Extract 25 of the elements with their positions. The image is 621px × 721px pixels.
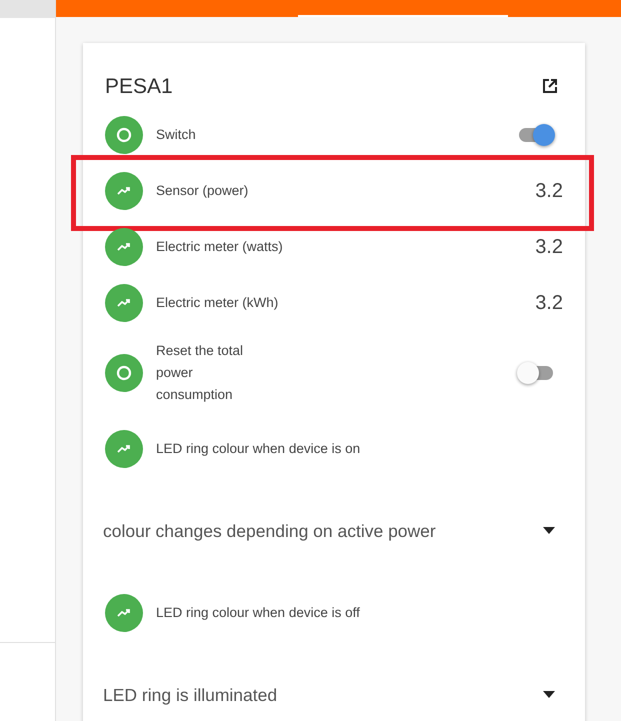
external-link-icon[interactable] xyxy=(541,77,559,95)
trend-icon xyxy=(105,430,143,468)
entity-label: Reset the total power consumption xyxy=(156,342,244,404)
trend-icon xyxy=(105,228,143,266)
entity-label: Switch xyxy=(156,126,196,144)
trend-icon xyxy=(105,594,143,632)
entity-label: Electric meter (watts) xyxy=(156,238,283,256)
trend-icon xyxy=(105,172,143,210)
sensor-value: 3.2 xyxy=(535,180,563,202)
caret-icon[interactable] xyxy=(543,691,555,699)
dropdown-value[interactable]: colour changes depending on active power xyxy=(103,520,436,542)
entity-label: Electric meter (kWh) xyxy=(156,294,278,312)
entity-label: Sensor (power) xyxy=(156,182,248,200)
trend-icon xyxy=(105,284,143,322)
entity-label: LED ring colour when device is off xyxy=(156,604,361,622)
circle-icon xyxy=(105,116,143,154)
card-title: PESA1 xyxy=(105,75,173,99)
caret-icon[interactable] xyxy=(543,527,555,535)
dropdown-value[interactable]: LED ring is illuminated xyxy=(103,684,278,706)
sensor-value: 3.2 xyxy=(535,292,563,314)
circle-icon xyxy=(105,354,143,392)
toggle-switch[interactable] xyxy=(517,124,555,146)
sensor-value: 3.2 xyxy=(535,236,563,258)
toggle-switch[interactable] xyxy=(517,362,555,384)
entity-label: LED ring colour when device is on xyxy=(156,440,361,458)
